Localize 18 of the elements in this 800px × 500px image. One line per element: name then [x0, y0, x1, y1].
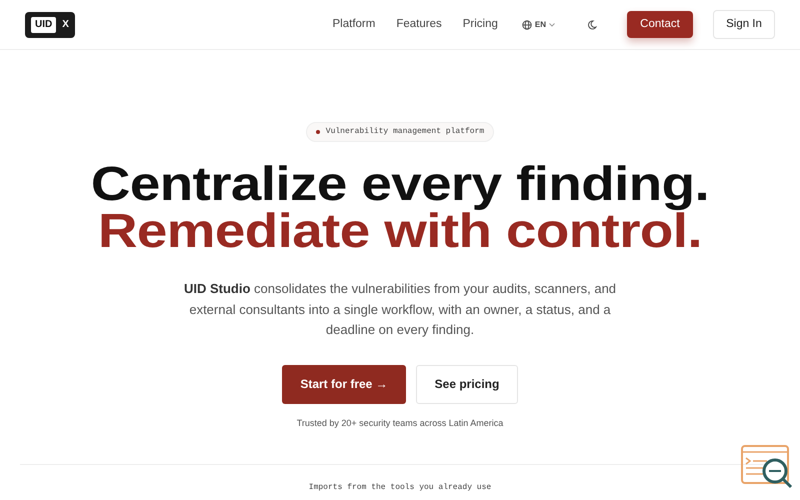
see-pricing-button[interactable]: See pricing: [416, 364, 518, 404]
globe-icon: [522, 20, 532, 30]
sign-in-button[interactable]: Sign In: [713, 10, 775, 39]
contact-button[interactable]: Contact: [627, 11, 693, 38]
headline: Centralize every finding.: [90, 161, 710, 208]
trust-note: Trusted by 20+ security teams across Latin America: [296, 416, 504, 430]
logo[interactable]: UID X: [25, 12, 75, 38]
nav-link[interactable]: Platform: [332, 16, 376, 34]
moon-icon[interactable]: [587, 20, 597, 30]
category-badge: Vulnerability management platform: [306, 122, 494, 142]
hero-description: UID Studio consolidates the vulnerabilities from your audits, scanners, and external consultants into a single workflow, with an owner, a status, and a deadline on every finding.: [182, 280, 618, 339]
nav-link[interactable]: Pricing: [462, 16, 498, 34]
caret-icon: [549, 22, 555, 26]
start-button[interactable]: Start for free →: [282, 364, 406, 404]
language-selector[interactable]: EN: [522, 18, 555, 30]
imports-caption: Imports from the tools you already use: [308, 483, 492, 492]
nav-link[interactable]: Features: [396, 16, 442, 34]
search-code-icon[interactable]: [741, 445, 793, 489]
